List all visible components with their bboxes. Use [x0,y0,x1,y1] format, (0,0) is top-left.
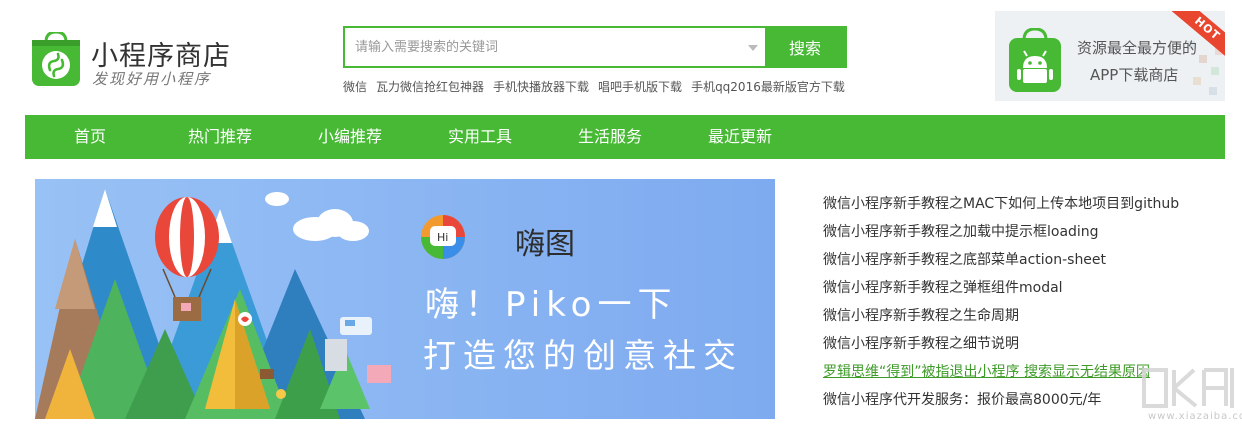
hero-banner[interactable]: Hi 嗨图 嗨！Piko一下 打造您的创意社交 [35,179,775,419]
nav-item-tools[interactable]: 实用工具 [415,115,545,159]
list-item: 微信小程序新手教程之弹框组件modal [823,274,1179,302]
nav-item-hot[interactable]: 热门推荐 [155,115,285,159]
article-link[interactable]: 微信小程序新手教程之底部菜单action-sheet [823,252,1106,268]
svg-text:Hi: Hi [437,231,448,244]
list-item: 微信小程序新手教程之底部菜单action-sheet [823,246,1179,274]
article-link[interactable]: 微信小程序代开发服务：报价最高8000元/年 [823,392,1101,408]
search-dropdown-arrow-icon[interactable] [741,28,765,66]
hot-keyword-link[interactable]: 瓦力微信抢红包神器 [376,78,484,95]
search-box: 搜索 [343,26,847,68]
search-input[interactable] [345,28,741,66]
article-link[interactable]: 微信小程序新手教程之弹框组件modal [823,280,1063,296]
android-bag-icon [1009,28,1061,92]
banner-slogan-line1: 嗨！Piko一下 [425,285,678,325]
hot-keyword-link[interactable]: 手机快播放器下载 [493,78,589,95]
banner-brand-name: 嗨图 [515,227,575,262]
list-item: 微信小程序新手教程之MAC下如何上传本地项目到github [823,190,1179,218]
list-item-highlighted: 罗辑思维“得到”被指退出小程序 搜索显示无结果原因 [823,358,1179,386]
watermark-url: www.xiazaiba.com [1148,411,1242,422]
article-link[interactable]: 微信小程序新手教程之生命周期 [823,308,1019,324]
banner-slogan-line2: 打造您的创意社交 [423,336,743,375]
nav-item-home[interactable]: 首页 [25,115,155,159]
main-nav: 首页 热门推荐 小编推荐 实用工具 生活服务 最近更新 [25,115,1225,159]
article-link[interactable]: 罗辑思维“得到”被指退出小程序 搜索显示无结果原因 [823,364,1150,380]
list-item: 微信小程序新手教程之生命周期 [823,302,1179,330]
nav-item-latest[interactable]: 最近更新 [675,115,805,159]
article-link[interactable]: 微信小程序新手教程之MAC下如何上传本地项目到github [823,196,1179,212]
app-store-ad[interactable]: 资源最全最方便的 APP下载商店 HOT [995,11,1225,101]
piko-app-icon: Hi [421,215,465,259]
article-list: 微信小程序新手教程之MAC下如何上传本地项目到github 微信小程序新手教程之… [823,190,1179,414]
nav-item-life[interactable]: 生活服务 [545,115,675,159]
miniprogram-bag-icon [32,32,80,86]
article-link[interactable]: 微信小程序新手教程之细节说明 [823,336,1019,352]
nav-item-editor-picks[interactable]: 小编推荐 [285,115,415,159]
hot-keyword-link[interactable]: 唱吧手机版下载 [598,78,682,95]
article-link[interactable]: 微信小程序新手教程之加载中提示框loading [823,224,1099,240]
site-logo[interactable]: 小程序商店 发现好用小程序 [30,32,250,92]
list-item: 微信小程序代开发服务：报价最高8000元/年 [823,386,1179,414]
list-item: 微信小程序新手教程之细节说明 [823,330,1179,358]
list-item: 微信小程序新手教程之加载中提示框loading [823,218,1179,246]
site-slogan: 发现好用小程序 [92,70,212,88]
hot-keyword-link[interactable]: 手机qq2016最新版官方下载 [691,78,845,95]
app-ad-line1: 资源最全最方便的 [1077,39,1198,57]
app-ad-line2: APP下载商店 [1090,66,1179,84]
hot-keywords: 微信 瓦力微信抢红包神器 手机快播放器下载 唱吧手机版下载 手机qq2016最新… [343,78,845,95]
hot-keyword-link[interactable]: 微信 [343,78,367,95]
search-button[interactable]: 搜索 [765,28,845,66]
